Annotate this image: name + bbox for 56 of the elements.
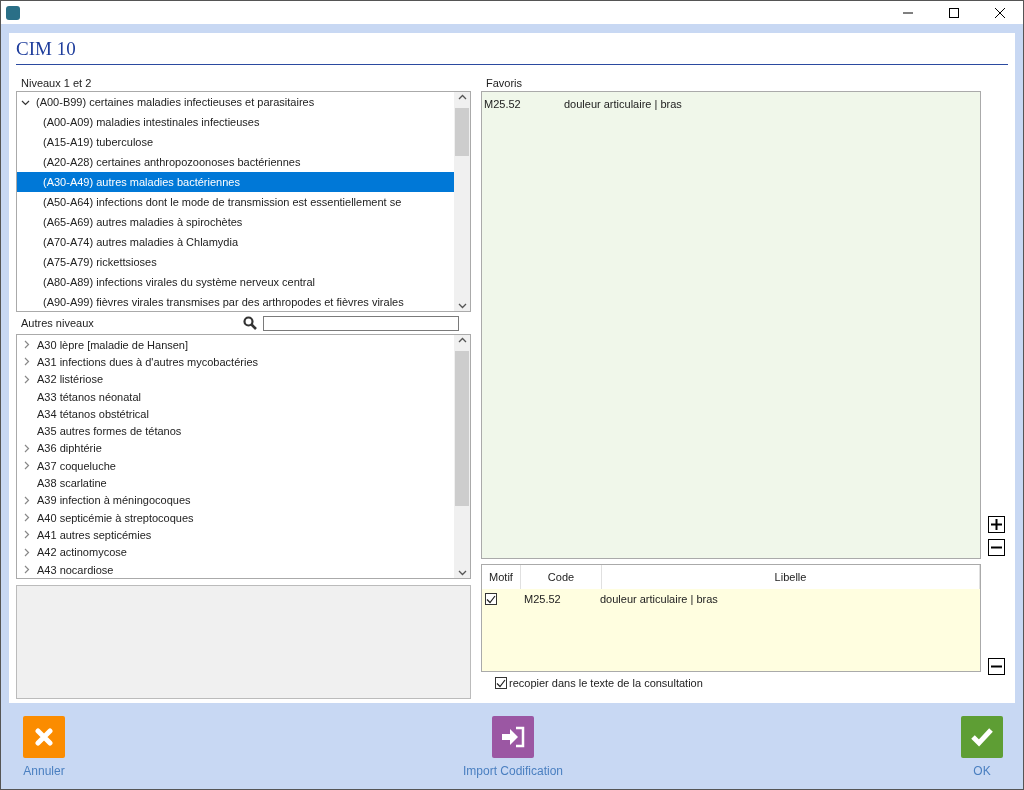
scroll-thumb[interactable] xyxy=(455,108,469,156)
scroll-down-icon[interactable] xyxy=(457,570,467,576)
table-cell-text: M25.52 xyxy=(523,593,562,606)
tree-item[interactable]: A39 infection à méningocoques xyxy=(17,491,454,509)
scroll-thumb[interactable] xyxy=(455,351,469,506)
remove-button[interactable] xyxy=(988,539,1005,556)
section-label: Niveaux 1 et 2 xyxy=(20,76,93,91)
tree-item[interactable]: (A80-A89) infections virales du système nerveux central xyxy=(17,272,454,292)
close-icon xyxy=(35,728,53,746)
tree-item[interactable]: (A70-A74) autres maladies à Chlamydia xyxy=(17,232,454,252)
table-cell: douleur articulaire | bras xyxy=(600,593,718,606)
tree-item[interactable]: A37 coqueluche xyxy=(17,457,454,475)
remove-button[interactable] xyxy=(988,658,1005,675)
favorite-label[interactable]: douleur articulaire | bras xyxy=(564,98,682,110)
tree-item[interactable]: A30 lèpre [maladie de Hansen] xyxy=(17,336,454,354)
tree-item[interactable]: A36 diphtérie xyxy=(17,439,454,458)
tree-item[interactable]: (A50-A64) infections dont le mode de transmission est essentiellement se xyxy=(17,192,454,212)
tree-item[interactable]: (A75-A79) rickettsioses xyxy=(17,252,454,272)
search-field[interactable] xyxy=(263,315,459,331)
tree-item[interactable]: A31 infections dues à d'autres mycobactéries xyxy=(17,353,454,371)
close-icon xyxy=(995,7,1005,18)
scroll-up-icon[interactable] xyxy=(457,94,467,100)
checkbox-label[interactable]: recopier dans le texte de la consultation xyxy=(509,677,703,689)
scroll-up-icon[interactable] xyxy=(457,337,467,343)
section-label: Favoris xyxy=(485,76,524,91)
tree-item[interactable]: A43 nocardiose xyxy=(17,560,454,578)
plus-icon xyxy=(991,519,1002,530)
tree-item[interactable]: (A15-A19) tuberculose xyxy=(17,132,454,152)
tree-item[interactable]: (A30-A49) autres maladies bactériennes xyxy=(17,172,454,192)
tree-item[interactable]: (A65-A69) autres maladies à spirochètes xyxy=(17,212,454,232)
search-icon[interactable] xyxy=(243,316,257,330)
tree-item[interactable]: (A20-A28) certaines anthropozoonoses bactériennes xyxy=(17,152,454,172)
checkbox[interactable] xyxy=(485,593,497,605)
tree-item[interactable]: A34 tétanos obstétrical xyxy=(17,405,454,423)
app-icon xyxy=(6,5,20,20)
maximize-icon xyxy=(949,7,959,18)
scrollbar[interactable] xyxy=(454,335,470,578)
section-label: Autres niveaux xyxy=(20,316,94,331)
tree-item[interactable]: A41 autres septicémies xyxy=(17,526,454,544)
dialog-title: CIM 10 xyxy=(16,33,1008,65)
scroll-down-icon[interactable] xyxy=(457,303,467,309)
tree-item[interactable]: A40 septicémie à streptocoques xyxy=(17,508,454,527)
checkmark-icon xyxy=(970,727,994,747)
tree-item[interactable]: A42 actinomycose xyxy=(17,543,454,561)
tree-item[interactable]: (A00-A09) maladies intestinales infectieuses xyxy=(17,112,454,132)
tree-item[interactable]: A35 autres formes de tétanos xyxy=(17,422,454,440)
tree-item[interactable]: (A90-A99) fièvres virales transmises par des arthropodes et fièvres virales xyxy=(17,292,454,311)
tree-item[interactable]: (A00-B99) certaines maladies infectieuses et parasitaires xyxy=(17,92,454,112)
tree-item[interactable]: A38 scarlatine xyxy=(17,474,454,492)
add-button[interactable] xyxy=(988,516,1005,533)
scrollbar[interactable] xyxy=(454,92,470,311)
sign-in-icon xyxy=(500,726,526,748)
tree-item[interactable]: A32 listériose xyxy=(17,370,454,388)
checkbox[interactable] xyxy=(495,677,507,689)
tree-item[interactable]: A33 tétanos néonatal xyxy=(17,387,454,406)
favorite-code[interactable]: M25.52 xyxy=(484,98,564,110)
